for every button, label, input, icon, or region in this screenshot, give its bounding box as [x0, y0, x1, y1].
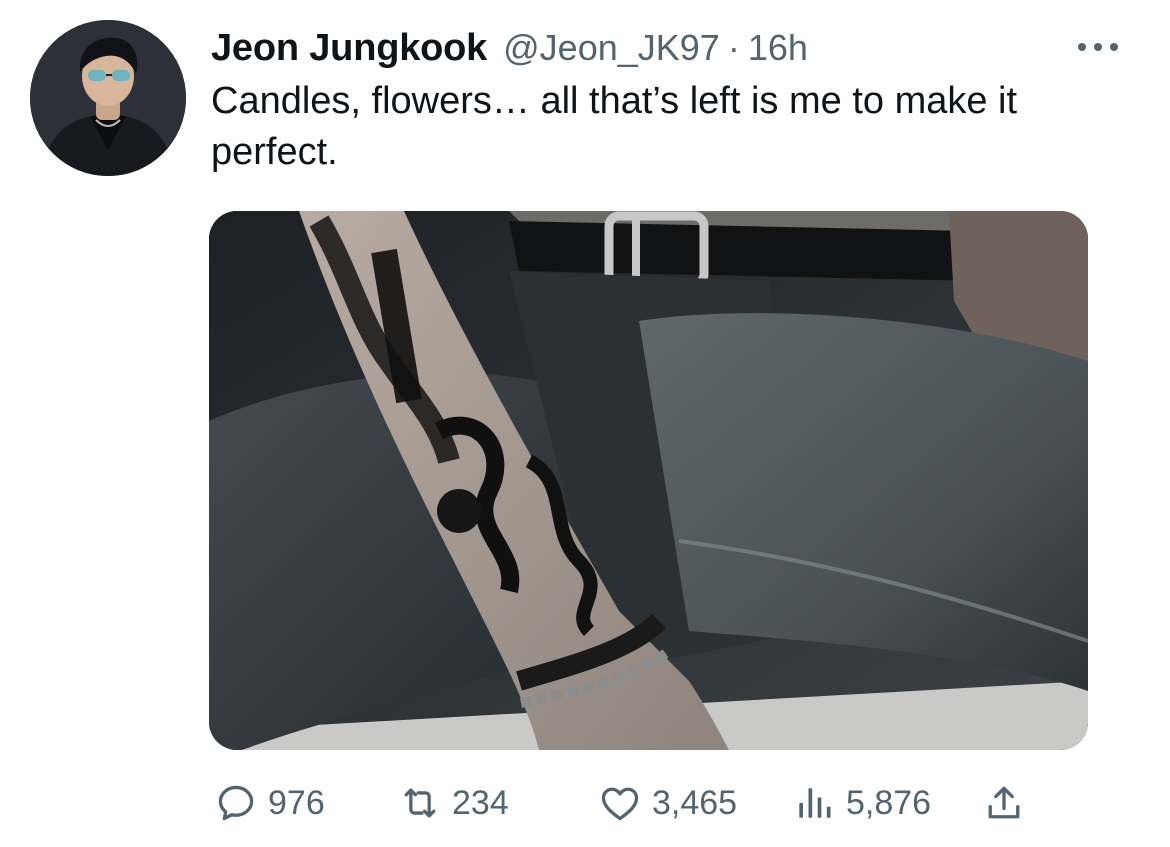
more-dots-icon[interactable]	[1078, 32, 1118, 62]
timestamp[interactable]: 16h	[748, 27, 808, 69]
more-dot	[1110, 43, 1118, 51]
share-button[interactable]	[982, 778, 1026, 828]
heart-icon	[601, 787, 639, 821]
retweet-button[interactable]: 234	[398, 778, 509, 828]
like-button[interactable]: 3,465	[598, 778, 737, 828]
avatar-image	[30, 20, 186, 176]
separator-dot: ·	[727, 27, 740, 68]
user-handle[interactable]: @Jeon_JK97	[503, 27, 720, 69]
reply-button[interactable]: 976	[214, 778, 325, 828]
like-count: 3,465	[652, 783, 738, 822]
media-photo	[209, 211, 1088, 750]
views-icon	[799, 788, 831, 818]
share-icon	[988, 786, 1020, 819]
avatar[interactable]	[30, 20, 186, 176]
reply-icon	[218, 785, 254, 821]
display-name[interactable]: Jeon Jungkook	[211, 27, 487, 70]
retweet-icon	[404, 788, 436, 818]
more-dot	[1078, 43, 1086, 51]
more-dot	[1094, 43, 1102, 51]
views-button[interactable]: 5,876	[792, 778, 931, 828]
tweet-actions: 976 234 3,465 5,876	[214, 778, 1074, 828]
tweet-header: Jeon Jungkook @Jeon_JK97 · 16h	[211, 24, 1130, 72]
retweet-count: 234	[452, 783, 509, 822]
views-count: 5,876	[846, 783, 932, 822]
tweet-media[interactable]	[209, 211, 1088, 750]
tweet-text: Candles, flowers… all that’s left is me …	[211, 80, 1018, 173]
reply-count: 976	[268, 783, 325, 822]
